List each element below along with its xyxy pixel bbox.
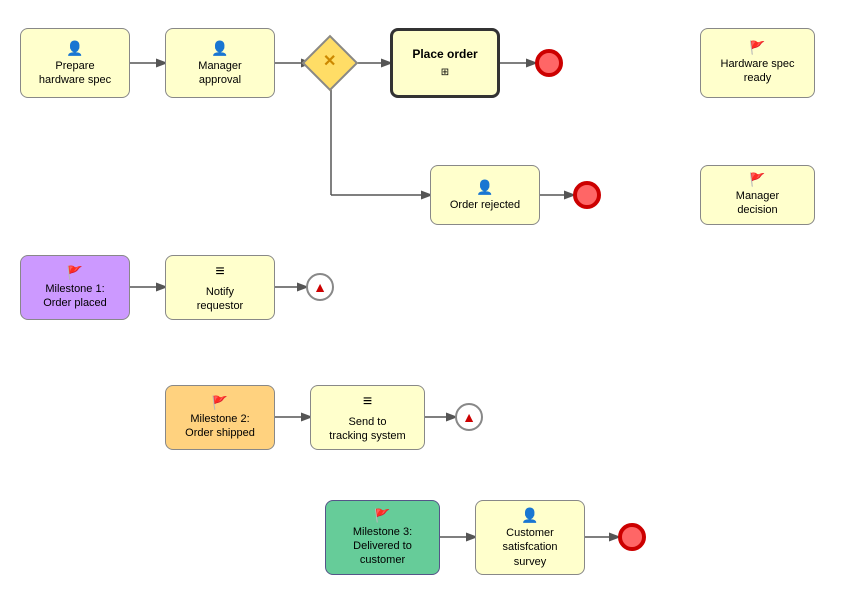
customer-survey-label: Customer satisfcation survey <box>502 526 557 569</box>
flag-icon-hardware: 🚩 <box>749 40 765 57</box>
mid-event-notify <box>306 273 334 301</box>
bpmn-canvas: 👤 Prepare hardware spec 👤 Manager approv… <box>0 0 846 597</box>
flag-icon-decision: 🚩 <box>749 172 765 189</box>
person-icon-2: 👤 <box>211 39 228 57</box>
manager-decision[interactable]: 🚩 Manager decision <box>700 165 815 225</box>
place-order-sub-icon: ⊞ <box>441 66 449 79</box>
place-order-task[interactable]: Place order ⊞ <box>390 28 500 98</box>
notify-requestor-label: Notify requestor <box>197 285 243 314</box>
end-event-bottom <box>618 523 646 551</box>
gateway-container: ✕ <box>310 43 350 83</box>
person-icon: 👤 <box>66 39 83 57</box>
milestone-delivered-label: Milestone 3: Delivered to customer <box>353 525 412 568</box>
send-tracking-label: Send to tracking system <box>329 415 405 444</box>
milestone-shipped-label: Milestone 2: Order shipped <box>185 412 255 441</box>
order-rejected-label: Order rejected <box>450 198 520 212</box>
milestone-delivered[interactable]: 🚩 Milestone 3: Delivered to customer <box>325 500 440 575</box>
manager-decision-label: Manager decision <box>736 189 779 218</box>
hardware-spec-ready[interactable]: 🚩 Hardware spec ready <box>700 28 815 98</box>
end-event-top <box>535 49 563 77</box>
prepare-label: Prepare hardware spec <box>39 59 111 88</box>
milestone-order-placed[interactable]: 🚩 Milestone 1: Order placed <box>20 255 130 320</box>
gateway-x-label: ✕ <box>323 51 336 71</box>
flag-icon-shipped: 🚩 <box>212 395 228 412</box>
manager-approval-label: Manager approval <box>198 59 241 88</box>
notify-requestor-task[interactable]: ≡ Notify requestor <box>165 255 275 320</box>
place-order-label: Place order <box>412 47 477 63</box>
milestone-order-shipped[interactable]: 🚩 Milestone 2: Order shipped <box>165 385 275 450</box>
person-icon-3: 👤 <box>476 178 493 196</box>
manager-approval-task[interactable]: 👤 Manager approval <box>165 28 275 98</box>
lines-icon: ≡ <box>215 262 224 283</box>
prepare-hardware-spec[interactable]: 👤 Prepare hardware spec <box>20 28 130 98</box>
mid-event-tracking <box>455 403 483 431</box>
order-rejected-task[interactable]: 👤 Order rejected <box>430 165 540 225</box>
flag-icon-delivered: 🚩 <box>374 508 390 525</box>
hardware-ready-label: Hardware spec ready <box>721 57 795 86</box>
flag-icon-placed: 🚩 <box>67 265 83 282</box>
lines-icon-2: ≡ <box>363 392 372 413</box>
end-event-rejected <box>573 181 601 209</box>
person-icon-4: 👤 <box>521 506 538 524</box>
milestone-placed-label: Milestone 1: Order placed <box>43 282 107 311</box>
customer-survey-task[interactable]: 👤 Customer satisfcation survey <box>475 500 585 575</box>
send-tracking-task[interactable]: ≡ Send to tracking system <box>310 385 425 450</box>
